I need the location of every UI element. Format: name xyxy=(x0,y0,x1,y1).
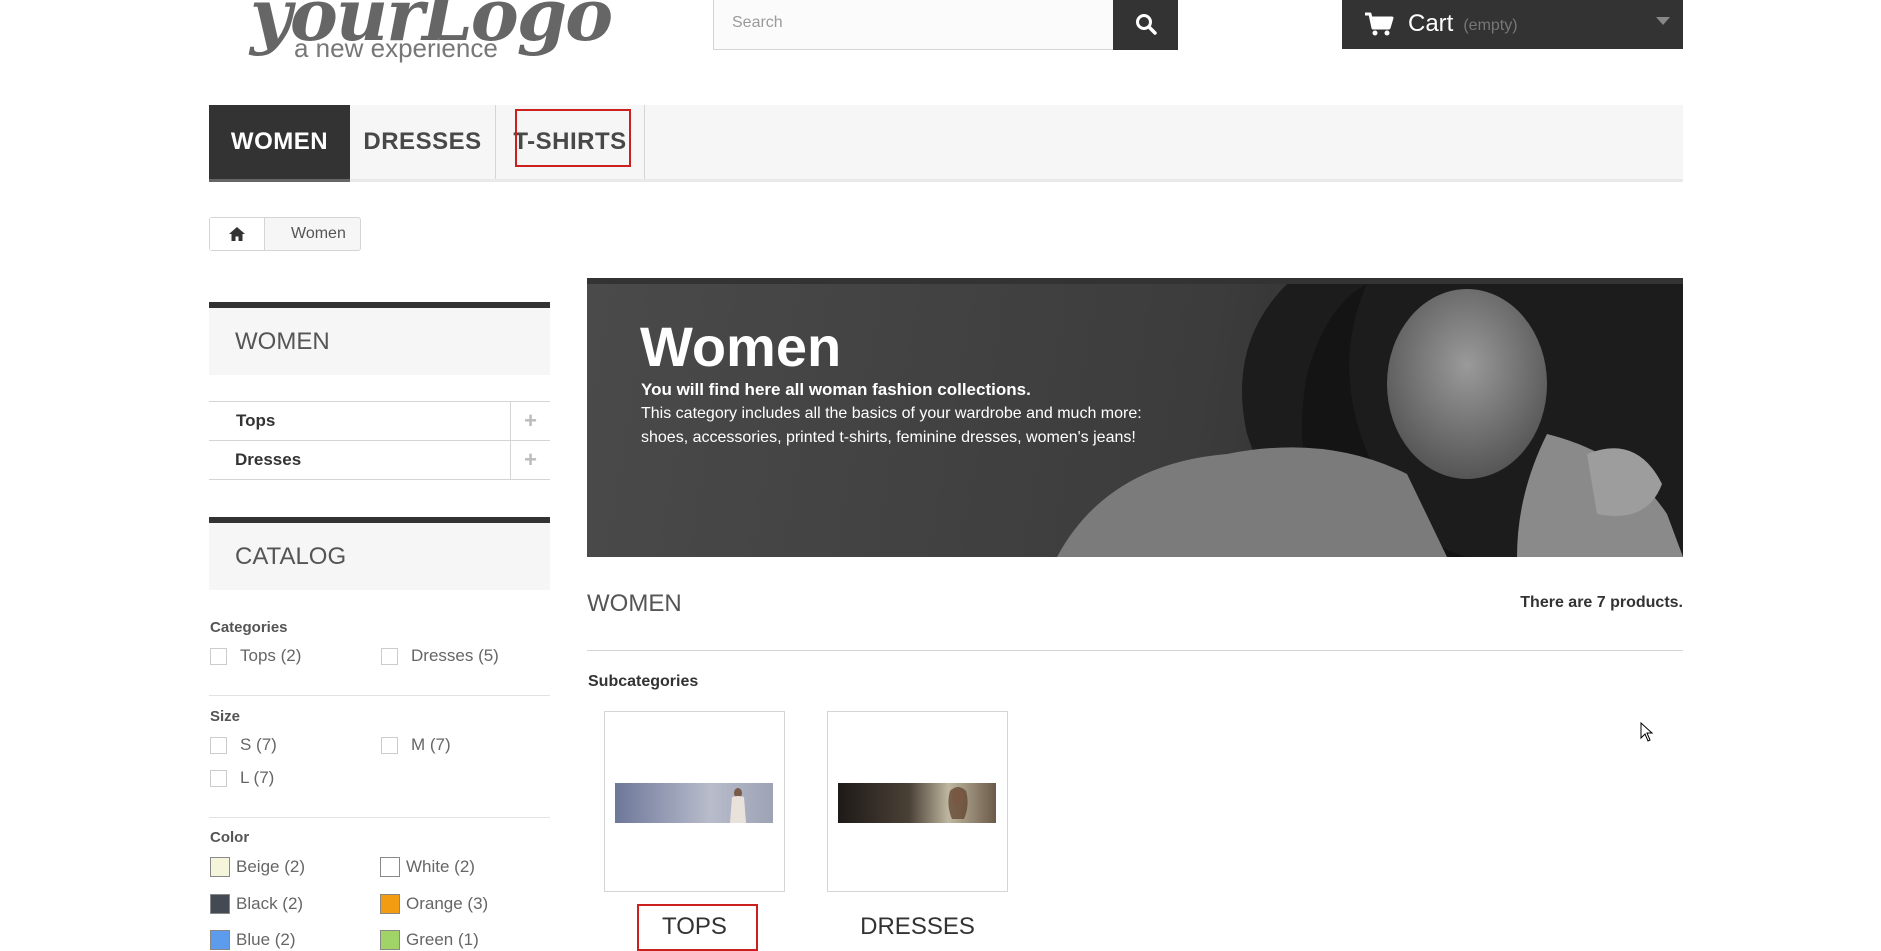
nav-active-indicator xyxy=(209,179,350,182)
checkbox[interactable] xyxy=(210,769,227,787)
subcategories-label: Subcategories xyxy=(588,673,699,690)
filter-option-size-l[interactable]: L (7) xyxy=(210,768,274,788)
color-swatch[interactable] xyxy=(380,894,400,914)
logo-tagline: a new experience xyxy=(294,33,498,63)
subcategory-tops-image[interactable] xyxy=(604,711,785,892)
plus-icon[interactable]: + xyxy=(510,441,550,479)
site-logo[interactable]: yourLogo a new experience xyxy=(244,0,613,63)
filter-option-label: Green (1) xyxy=(406,930,479,949)
women-block-title[interactable]: WOMEN xyxy=(209,302,550,375)
nav-item-women[interactable]: WOMEN xyxy=(209,105,350,179)
subcategory-dresses-image[interactable] xyxy=(827,711,1008,892)
banner-description: This category includes all the basics of… xyxy=(641,405,1142,446)
checkbox[interactable] xyxy=(210,736,227,754)
color-swatch[interactable] xyxy=(210,857,230,877)
breadcrumb: Women xyxy=(209,217,361,251)
category-banner: Women You will find here all woman fashi… xyxy=(587,278,1683,557)
filter-option-label: Tops (2) xyxy=(240,646,302,665)
filter-color-label: Color xyxy=(210,829,250,846)
cart-icon xyxy=(1365,12,1394,35)
filter-color-green[interactable]: Green (1) xyxy=(380,930,479,950)
filter-option-size-m[interactable]: M (7) xyxy=(381,735,451,755)
filter-option-label: Orange (3) xyxy=(406,894,489,913)
filter-color-white[interactable]: White (2) xyxy=(380,857,475,877)
search-button[interactable] xyxy=(1113,0,1178,50)
plus-icon[interactable]: + xyxy=(510,402,550,440)
chevron-down-icon xyxy=(1656,17,1670,25)
subcategory-tops-link[interactable]: TOPS xyxy=(604,913,785,941)
cart-button[interactable]: Cart (empty) xyxy=(1342,0,1683,49)
catalog-block-title: CATALOG xyxy=(209,517,550,590)
color-swatch[interactable] xyxy=(380,930,400,950)
filter-option-label: White (2) xyxy=(406,857,475,876)
sidebar-item-dresses[interactable]: Dresses + xyxy=(209,440,550,480)
nav-item-dresses[interactable]: DRESSES xyxy=(350,105,496,179)
checkbox[interactable] xyxy=(210,647,227,665)
filter-color-orange[interactable]: Orange (3) xyxy=(380,894,488,914)
tops-thumbnail xyxy=(615,783,773,823)
divider xyxy=(587,650,1683,651)
filter-option-size-s[interactable]: S (7) xyxy=(210,735,277,755)
sidebar-item-label: Tops xyxy=(236,410,276,430)
search-box xyxy=(713,0,1178,50)
filter-option-label: Black (2) xyxy=(236,894,304,913)
nav-item-t-shirts[interactable]: T-SHIRTS xyxy=(496,105,645,179)
category-heading: WOMEN xyxy=(587,590,682,617)
filter-option-tops[interactable]: Tops (2) xyxy=(210,646,301,666)
filter-option-dresses[interactable]: Dresses (5) xyxy=(381,646,499,666)
divider xyxy=(209,817,550,818)
breadcrumb-home[interactable] xyxy=(210,218,265,250)
filter-option-label: Beige (2) xyxy=(236,857,305,876)
cart-status: (empty) xyxy=(1463,16,1518,34)
search-icon xyxy=(1135,14,1157,35)
color-swatch[interactable] xyxy=(210,894,230,914)
subcategory-dresses-link[interactable]: DRESSES xyxy=(827,913,1008,941)
sidebar-item-label: Dresses xyxy=(235,450,302,469)
filter-color-black[interactable]: Black (2) xyxy=(210,894,303,914)
breadcrumb-current: Women xyxy=(291,225,346,242)
color-swatch[interactable] xyxy=(210,930,230,950)
filter-option-label: L (7) xyxy=(240,768,275,787)
main-navigation: WOMEN DRESSES T-SHIRTS xyxy=(209,105,1683,182)
mouse-cursor-icon xyxy=(1640,722,1654,742)
checkbox[interactable] xyxy=(381,736,398,754)
checkbox[interactable] xyxy=(381,647,398,665)
filter-option-label: Blue (2) xyxy=(236,930,296,949)
filter-size-label: Size xyxy=(210,708,241,725)
dresses-thumbnail xyxy=(838,783,996,823)
filter-option-label: S (7) xyxy=(240,735,277,754)
filter-categories-label: Categories xyxy=(210,619,288,636)
home-icon xyxy=(229,227,245,241)
filter-option-label: M (7) xyxy=(411,735,451,754)
filter-color-beige[interactable]: Beige (2) xyxy=(210,857,305,877)
sidebar-item-tops[interactable]: Tops + xyxy=(209,401,550,440)
divider xyxy=(209,695,550,696)
filter-color-blue[interactable]: Blue (2) xyxy=(210,930,296,950)
product-count: There are 7 products. xyxy=(1520,594,1683,611)
search-input[interactable] xyxy=(714,0,1150,47)
color-swatch[interactable] xyxy=(380,857,400,877)
banner-lead: You will find here all woman fashion col… xyxy=(641,380,1031,399)
cart-label: Cart xyxy=(1408,9,1454,37)
banner-title: Women xyxy=(640,315,842,378)
filter-option-label: Dresses (5) xyxy=(411,646,499,665)
